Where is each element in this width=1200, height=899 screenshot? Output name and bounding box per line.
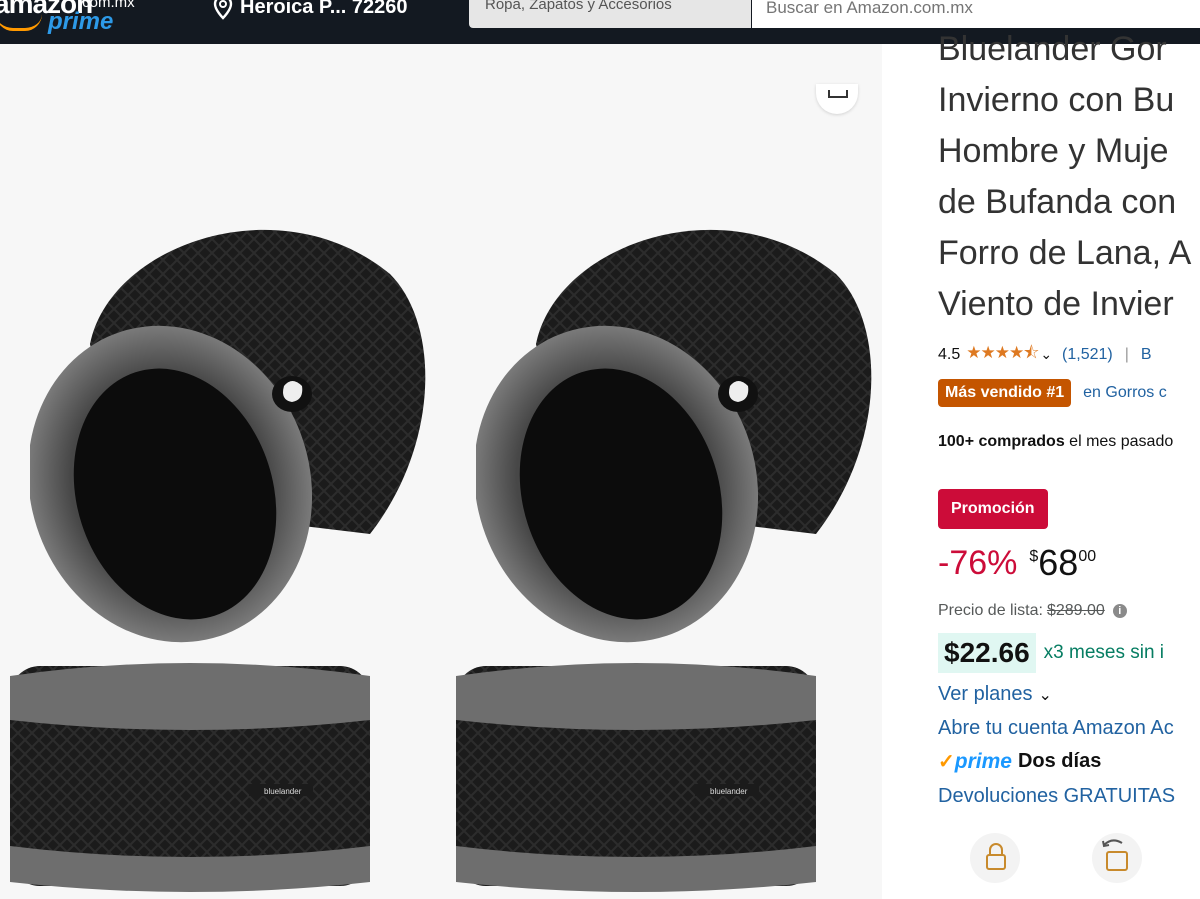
best-seller-category-link[interactable]: en Gorros c: [1083, 384, 1167, 402]
price-whole: 68: [1038, 542, 1079, 583]
bought-count-bold: 100+ comprados: [938, 433, 1065, 450]
share-button[interactable]: [816, 84, 858, 114]
product-image-gallery[interactable]: bluelander bluelander: [0, 44, 882, 899]
rating-row: 4.5 ★★★★⯪ ⌄ (1,521) | B: [938, 340, 1152, 369]
product-image-scarf-right: bluelander: [450, 656, 822, 896]
scarf-brand-label-left: bluelander: [264, 787, 302, 796]
title-line: Forro de Lana, A: [938, 234, 1192, 272]
scarf-brand-label-right: bluelander: [710, 787, 748, 796]
location-pin-icon: [213, 0, 233, 20]
rating-count-link[interactable]: (1,521): [1062, 346, 1113, 364]
view-plans-label: Ver planes: [938, 683, 1033, 705]
list-price-row: Precio de lista: $289.00 i: [938, 602, 1127, 620]
rating-extra-link[interactable]: B: [1141, 346, 1152, 364]
logo-prime: prime: [48, 8, 114, 35]
title-line: Hombre y Muje: [938, 132, 1169, 170]
product-title: Bluelander Gor Invierno con Bu Hombre y …: [938, 24, 1200, 330]
chevron-down-icon: ⌄: [1038, 687, 1052, 704]
installment-row: $22.66 x3 meses sin i: [938, 633, 1164, 673]
bought-count: 100+ comprados el mes pasado: [938, 433, 1173, 451]
installment-text: x3 meses sin i: [1043, 642, 1165, 663]
prime-days: Dos días: [1017, 750, 1102, 772]
free-returns-link[interactable]: Devoluciones GRATUITAS: [938, 785, 1175, 808]
logo-smile-icon: [0, 14, 42, 31]
title-line: Viento de Invier: [938, 285, 1174, 323]
promo-badge: Promoción: [938, 489, 1048, 529]
title-line: Invierno con Bu: [938, 81, 1175, 119]
product-image-hat-left: [30, 204, 440, 654]
list-price-label: Precio de lista:: [938, 602, 1043, 619]
prime-delivery-row: ✓ prime Dos días: [938, 749, 1101, 774]
price-currency: $: [1029, 548, 1039, 565]
prime-label: prime: [954, 749, 1012, 773]
best-seller-row: Más vendido #1 en Gorros c: [938, 379, 1167, 407]
list-price: $289.00: [1046, 602, 1105, 619]
open-account-link[interactable]: Abre tu cuenta Amazon Ac: [938, 717, 1174, 740]
title-line: Bluelander Gor: [938, 30, 1167, 68]
info-icon[interactable]: i: [1112, 604, 1127, 618]
price: $ 68 00: [1029, 542, 1097, 584]
location-text: Heroica P... 72260: [240, 0, 408, 18]
prime-check-icon: ✓: [938, 751, 955, 773]
star-rating-icon[interactable]: ★★★★⯪: [966, 340, 1039, 369]
price-row: -76% $ 68 00: [938, 542, 1097, 584]
rating-separator: |: [1124, 345, 1129, 363]
chevron-down-icon[interactable]: ⌄: [1040, 346, 1052, 363]
delivery-location[interactable]: Heroica P... 72260: [212, 0, 408, 20]
bought-count-rest: el mes pasado: [1064, 433, 1174, 450]
product-image-scarf-left: bluelander: [4, 656, 376, 896]
product-image-hat-right: [476, 204, 886, 654]
price-cents: 00: [1078, 548, 1097, 565]
secure-transaction-icon[interactable]: [970, 833, 1020, 883]
best-seller-badge[interactable]: Más vendido #1: [938, 379, 1072, 407]
view-plans-link[interactable]: Ver planes ⌄: [938, 683, 1052, 706]
search-category-select[interactable]: Ropa, Zapatos y Accesorios: [469, 0, 751, 28]
returns-icon[interactable]: [1092, 833, 1142, 883]
title-line: de Bufanda con: [938, 183, 1177, 221]
installment-amount: $22.66: [938, 633, 1036, 673]
share-icon: [828, 90, 848, 98]
rating-value: 4.5: [938, 345, 961, 363]
discount-percent: -76%: [938, 544, 1018, 582]
